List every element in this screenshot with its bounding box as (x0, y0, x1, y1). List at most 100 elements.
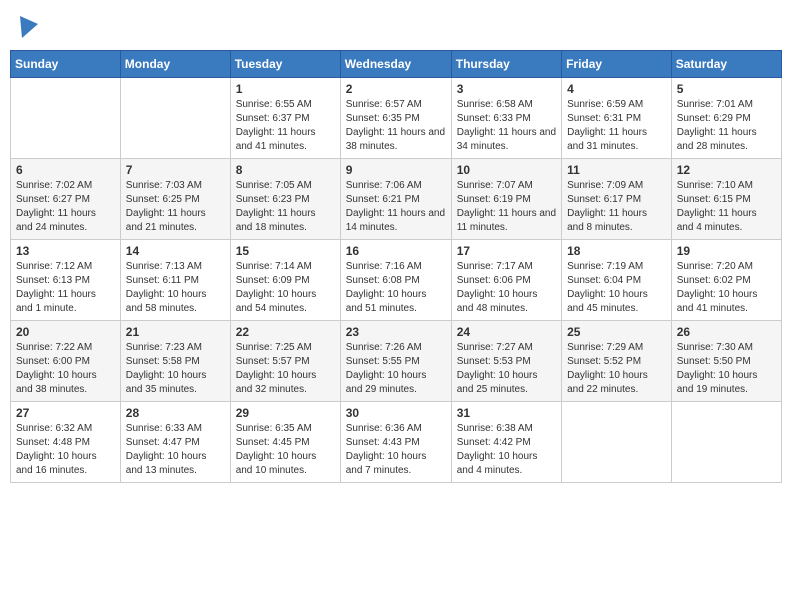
calendar-day-cell: 9Sunrise: 7:06 AM Sunset: 6:21 PM Daylig… (340, 159, 451, 240)
calendar-day-cell: 16 Sunrise: 7:16 AM Sunset: 6:08 PM Dayli… (340, 240, 451, 321)
day-info: Sunrise: 7:10 AM Sunset: 6:15 PM Dayligh… (677, 179, 776, 235)
calendar-day-cell: 17Sunrise: 7:17 AM Sunset: 6:06 PM Dayli… (451, 240, 561, 321)
day-number: 29 (236, 406, 335, 420)
calendar-day-cell: 2 Sunrise: 6:57 AM Sunset: 6:35 PM Daylig… (340, 78, 451, 159)
day-number: 4 (567, 82, 666, 96)
day-info: Sunrise: 6:36 AM Sunset: 4:43 PM Dayligh… (346, 422, 446, 478)
weekday-header-cell: Thursday (451, 51, 561, 78)
calendar-day-cell: 14 Sunrise: 7:13 AM Sunset: 6:11 PM Dayli… (120, 240, 230, 321)
calendar-day-cell: 5 Sunrise: 7:01 AM Sunset: 6:29 PM Daylig… (671, 78, 781, 159)
day-number: 6 (16, 163, 115, 177)
calendar-day-cell: 28Sunrise: 6:33 AM Sunset: 4:47 PM Dayli… (120, 402, 230, 483)
day-info: Sunrise: 6:35 AM Sunset: 4:45 PM Dayligh… (236, 422, 335, 478)
calendar-day-cell: 12 Sunrise: 7:10 AM Sunset: 6:15 PM Dayli… (671, 159, 781, 240)
day-info: Sunrise: 7:29 AM Sunset: 5:52 PM Dayligh… (567, 341, 666, 397)
weekday-header-cell: Saturday (671, 51, 781, 78)
day-number: 2 (346, 82, 446, 96)
day-number: 19 (677, 244, 776, 258)
day-info: Sunrise: 6:58 AM Sunset: 6:33 PM Dayligh… (457, 98, 556, 154)
calendar-day-cell: 31Sunrise: 6:38 AM Sunset: 4:42 PM Dayli… (451, 402, 561, 483)
calendar-day-cell: 29 Sunrise: 6:35 AM Sunset: 4:45 PM Dayli… (230, 402, 340, 483)
day-number: 26 (677, 325, 776, 339)
day-number: 21 (126, 325, 225, 339)
day-info: Sunrise: 7:09 AM Sunset: 6:17 PM Dayligh… (567, 179, 666, 235)
day-info: Sunrise: 7:27 AM Sunset: 5:53 PM Dayligh… (457, 341, 556, 397)
day-info: Sunrise: 7:20 AM Sunset: 6:02 PM Dayligh… (677, 260, 776, 316)
day-info: Sunrise: 7:01 AM Sunset: 6:29 PM Dayligh… (677, 98, 776, 154)
day-info: Sunrise: 7:05 AM Sunset: 6:23 PM Dayligh… (236, 179, 335, 235)
day-number: 25 (567, 325, 666, 339)
day-number: 9 (346, 163, 446, 177)
day-info: Sunrise: 7:25 AM Sunset: 5:57 PM Dayligh… (236, 341, 335, 397)
calendar-week-row: 13Sunrise: 7:12 AM Sunset: 6:13 PM Dayli… (11, 240, 782, 321)
calendar-day-cell: 26 Sunrise: 7:30 AM Sunset: 5:50 PM Dayli… (671, 321, 781, 402)
calendar-day-cell: 22 Sunrise: 7:25 AM Sunset: 5:57 PM Dayli… (230, 321, 340, 402)
day-number: 23 (346, 325, 446, 339)
day-number: 27 (16, 406, 115, 420)
day-number: 3 (457, 82, 556, 96)
calendar-week-row: 20 Sunrise: 7:22 AM Sunset: 6:00 PM Dayli… (11, 321, 782, 402)
calendar-week-row: 1 Sunrise: 6:55 AM Sunset: 6:37 PM Daylig… (11, 78, 782, 159)
calendar-day-cell: 19 Sunrise: 7:20 AM Sunset: 6:02 PM Dayli… (671, 240, 781, 321)
day-number: 5 (677, 82, 776, 96)
calendar-day-cell: 3 Sunrise: 6:58 AM Sunset: 6:33 PM Daylig… (451, 78, 561, 159)
day-number: 16 (346, 244, 446, 258)
calendar-week-row: 6 Sunrise: 7:02 AM Sunset: 6:27 PM Daylig… (11, 159, 782, 240)
calendar-day-cell: 18 Sunrise: 7:19 AM Sunset: 6:04 PM Dayli… (562, 240, 672, 321)
day-info: Sunrise: 7:07 AM Sunset: 6:19 PM Dayligh… (457, 179, 556, 235)
day-number: 31 (457, 406, 556, 420)
day-info: Sunrise: 7:16 AM Sunset: 6:08 PM Dayligh… (346, 260, 446, 316)
weekday-header-row: SundayMondayTuesdayWednesdayThursdayFrid… (11, 51, 782, 78)
logo-icon (20, 16, 38, 38)
day-info: Sunrise: 6:57 AM Sunset: 6:35 PM Dayligh… (346, 98, 446, 154)
day-number: 1 (236, 82, 335, 96)
calendar-day-cell: 1 Sunrise: 6:55 AM Sunset: 6:37 PM Daylig… (230, 78, 340, 159)
calendar-day-cell (120, 78, 230, 159)
calendar-day-cell (11, 78, 121, 159)
calendar-day-cell: 27 Sunrise: 6:32 AM Sunset: 4:48 PM Dayli… (11, 402, 121, 483)
day-number: 18 (567, 244, 666, 258)
day-number: 20 (16, 325, 115, 339)
day-info: Sunrise: 7:22 AM Sunset: 6:00 PM Dayligh… (16, 341, 115, 397)
day-info: Sunrise: 7:02 AM Sunset: 6:27 PM Dayligh… (16, 179, 115, 235)
day-number: 10 (457, 163, 556, 177)
calendar-day-cell: 21 Sunrise: 7:23 AM Sunset: 5:58 PM Dayli… (120, 321, 230, 402)
day-info: Sunrise: 7:23 AM Sunset: 5:58 PM Dayligh… (126, 341, 225, 397)
day-info: Sunrise: 7:12 AM Sunset: 6:13 PM Dayligh… (16, 260, 115, 316)
day-number: 28 (126, 406, 225, 420)
page-header (10, 10, 782, 42)
calendar-day-cell: 11 Sunrise: 7:09 AM Sunset: 6:17 PM Dayli… (562, 159, 672, 240)
day-number: 7 (126, 163, 225, 177)
day-number: 30 (346, 406, 446, 420)
weekday-header-cell: Wednesday (340, 51, 451, 78)
calendar-week-row: 27 Sunrise: 6:32 AM Sunset: 4:48 PM Dayli… (11, 402, 782, 483)
logo (18, 14, 38, 38)
calendar-day-cell: 7 Sunrise: 7:03 AM Sunset: 6:25 PM Daylig… (120, 159, 230, 240)
day-info: Sunrise: 7:13 AM Sunset: 6:11 PM Dayligh… (126, 260, 225, 316)
day-info: Sunrise: 7:30 AM Sunset: 5:50 PM Dayligh… (677, 341, 776, 397)
day-info: Sunrise: 7:19 AM Sunset: 6:04 PM Dayligh… (567, 260, 666, 316)
calendar-day-cell: 20 Sunrise: 7:22 AM Sunset: 6:00 PM Dayli… (11, 321, 121, 402)
calendar-day-cell: 23 Sunrise: 7:26 AM Sunset: 5:55 PM Dayli… (340, 321, 451, 402)
day-number: 12 (677, 163, 776, 177)
day-info: Sunrise: 7:26 AM Sunset: 5:55 PM Dayligh… (346, 341, 446, 397)
day-info: Sunrise: 7:03 AM Sunset: 6:25 PM Dayligh… (126, 179, 225, 235)
weekday-header-cell: Friday (562, 51, 672, 78)
day-info: Sunrise: 6:59 AM Sunset: 6:31 PM Dayligh… (567, 98, 666, 154)
calendar-day-cell: 30 Sunrise: 6:36 AM Sunset: 4:43 PM Dayli… (340, 402, 451, 483)
calendar-day-cell (562, 402, 672, 483)
calendar-day-cell: 8 Sunrise: 7:05 AM Sunset: 6:23 PM Daylig… (230, 159, 340, 240)
calendar-day-cell: 10 Sunrise: 7:07 AM Sunset: 6:19 PM Dayli… (451, 159, 561, 240)
day-number: 11 (567, 163, 666, 177)
calendar-day-cell: 4 Sunrise: 6:59 AM Sunset: 6:31 PM Daylig… (562, 78, 672, 159)
day-info: Sunrise: 7:17 AM Sunset: 6:06 PM Dayligh… (457, 260, 556, 316)
day-number: 14 (126, 244, 225, 258)
calendar-day-cell: 15Sunrise: 7:14 AM Sunset: 6:09 PM Dayli… (230, 240, 340, 321)
day-number: 8 (236, 163, 335, 177)
day-info: Sunrise: 6:32 AM Sunset: 4:48 PM Dayligh… (16, 422, 115, 478)
day-info: Sunrise: 6:55 AM Sunset: 6:37 PM Dayligh… (236, 98, 335, 154)
day-number: 24 (457, 325, 556, 339)
weekday-header-cell: Monday (120, 51, 230, 78)
calendar-day-cell: 25 Sunrise: 7:29 AM Sunset: 5:52 PM Dayli… (562, 321, 672, 402)
day-number: 22 (236, 325, 335, 339)
